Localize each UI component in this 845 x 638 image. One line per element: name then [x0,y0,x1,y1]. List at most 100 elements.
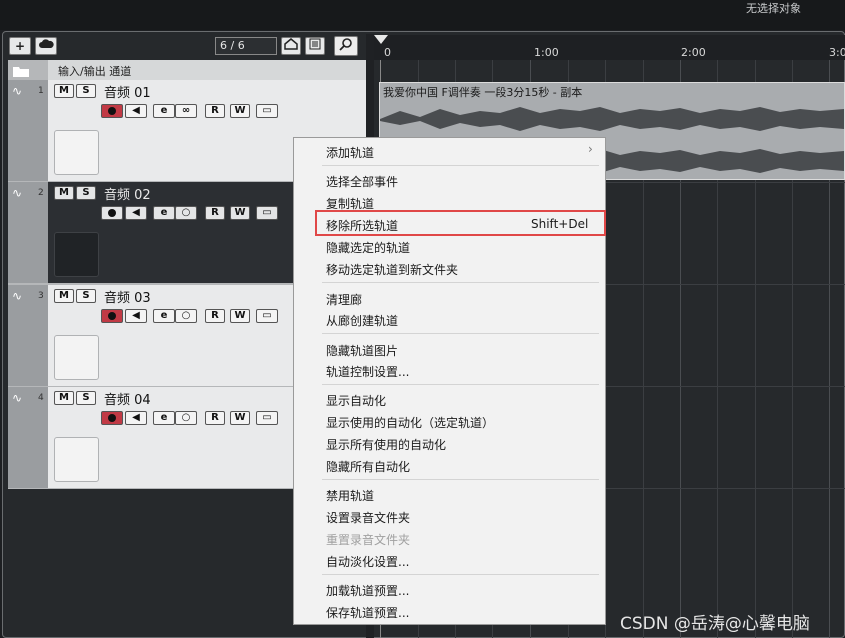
search-icon [339,38,352,51]
track-name[interactable]: 音频 01 [104,82,151,101]
solo-button[interactable]: S [76,289,96,303]
record-enable-button[interactable] [101,411,123,425]
record-enable-button[interactable] [101,309,123,323]
top-info-bar: 无选择对象 [0,0,845,30]
menu-separator [322,384,599,385]
track-picture[interactable] [54,437,99,482]
mute-button[interactable]: M [54,289,74,303]
menu-item-hide-all-automation[interactable]: 隐藏所有自动化 [326,458,410,475]
cloud-folder-button[interactable] [35,37,57,55]
timeline-ruler[interactable]: 0 1:00 2:00 3:0 [374,35,845,60]
folder-track-label: 输入/输出 通道 [58,65,132,78]
record-enable-button[interactable] [101,206,123,220]
track-name[interactable]: 音频 03 [104,287,151,306]
monitor-button[interactable]: ◀ [125,309,147,323]
read-automation-button[interactable]: R [205,206,225,220]
menu-item-shortcut: Shift+Del [531,217,589,231]
edit-button[interactable]: e [153,411,175,425]
read-automation-button[interactable]: R [205,104,225,118]
menu-item-load-track-preset[interactable]: 加载轨道预置... [326,582,409,599]
menu-separator [322,165,599,166]
channel-icon: ▭ [262,412,272,423]
menu-item-move-to-new-folder[interactable]: 移动选定轨道到新文件夹 [326,261,458,278]
edit-button[interactable]: e [153,104,175,118]
edit-icon: e [160,310,168,321]
audio-wave-icon: ∿ [12,289,23,303]
mute-button[interactable]: M [54,391,74,405]
track-number: 3 [38,291,44,301]
menu-separator [322,479,599,480]
monitor-button[interactable]: ◀ [125,411,147,425]
record-enable-button[interactable] [101,104,123,118]
menu-item-track-controls-settings[interactable]: 轨道控制设置... [326,363,409,380]
track-picture[interactable] [54,232,99,277]
menu-item-auto-fades-settings[interactable]: 自动淡化设置... [326,553,409,570]
link-button[interactable]: ∞ [175,104,197,118]
audio-wave-icon: ∿ [12,84,23,98]
monitor-button[interactable]: ◀ [125,206,147,220]
link-button[interactable]: ○ [175,206,197,220]
edit-button[interactable]: e [153,206,175,220]
solo-button[interactable]: S [76,186,96,200]
channel-settings-button[interactable]: ▭ [256,206,278,220]
read-automation-button[interactable]: R [205,309,225,323]
record-icon [108,209,116,217]
menu-item-create-tracks-from-lanes[interactable]: 从廊创建轨道 [326,312,398,329]
menu-separator [322,282,599,283]
menu-item-save-track-preset[interactable]: 保存轨道预置... [326,604,409,621]
solo-button[interactable]: S [76,391,96,405]
link-button[interactable]: ○ [175,411,197,425]
cloud-icon [39,39,54,48]
track-name[interactable]: 音频 04 [104,389,151,408]
ruler-tick: 2:00 [681,46,706,59]
menu-item-hide-selected-tracks[interactable]: 隐藏选定的轨道 [326,239,410,256]
solo-button[interactable]: S [76,84,96,98]
folder-track-header[interactable]: 输入/输出 通道 [48,60,366,80]
mute-button[interactable]: M [54,186,74,200]
edit-icon: e [160,105,168,116]
menu-item-show-all-used-automation[interactable]: 显示所有使用的自动化 [326,436,446,453]
selection-status: 无选择对象 [746,2,801,15]
menu-item-duplicate-tracks[interactable]: 复制轨道 [326,195,374,212]
menu-item-select-all-events[interactable]: 选择全部事件 [326,173,398,190]
record-icon [108,312,116,320]
search-button[interactable] [334,36,358,56]
list-view-button[interactable] [305,37,325,55]
track-picture[interactable] [54,335,99,380]
ruler-tick: 3:0 [829,46,845,59]
link-button[interactable]: ○ [175,309,197,323]
track-counter: 6 / 6 [215,37,277,55]
speaker-icon: ◀ [132,105,140,116]
menu-item-set-record-folder[interactable]: 设置录音文件夹 [326,509,410,526]
channel-settings-button[interactable]: ▭ [256,309,278,323]
menu-item-show-used-automation-selected[interactable]: 显示使用的自动化（选定轨道） [326,414,494,431]
menu-item-hide-track-pictures[interactable]: 隐藏轨道图片 [326,342,398,359]
read-automation-button[interactable]: R [205,411,225,425]
link-icon: ○ [181,207,191,218]
monitor-button[interactable]: ◀ [125,104,147,118]
menu-item-remove-selected-tracks[interactable]: 移除所选轨道 [326,217,398,234]
edit-icon: e [160,412,168,423]
channel-settings-button[interactable]: ▭ [256,104,278,118]
menu-item-disable-track[interactable]: 禁用轨道 [326,487,374,504]
menu-item-show-automation[interactable]: 显示自动化 [326,392,386,409]
track-number: 2 [38,188,44,198]
track-presets-button[interactable] [281,37,301,55]
channel-settings-button[interactable]: ▭ [256,411,278,425]
track-context-menu: 添加轨道 › 选择全部事件 复制轨道 移除所选轨道 Shift+Del 隐藏选定… [293,137,606,625]
menu-item-clean-up-lanes[interactable]: 清理廊 [326,291,362,308]
folder-icon [13,67,29,77]
edit-button[interactable]: e [153,309,175,323]
menu-item-add-track[interactable]: 添加轨道 [326,144,374,161]
write-automation-button[interactable]: W [230,309,250,323]
ruler-tick: 1:00 [534,46,559,59]
speaker-icon: ◀ [132,310,140,321]
audio-event-name: 我爱你中国 F调伴奏 一段3分15秒 - 副本 [383,86,583,99]
add-track-button[interactable]: + [9,37,31,55]
write-automation-button[interactable]: W [230,411,250,425]
write-automation-button[interactable]: W [230,104,250,118]
track-picture[interactable] [54,130,99,175]
track-name[interactable]: 音频 02 [104,184,151,203]
mute-button[interactable]: M [54,84,74,98]
write-automation-button[interactable]: W [230,206,250,220]
